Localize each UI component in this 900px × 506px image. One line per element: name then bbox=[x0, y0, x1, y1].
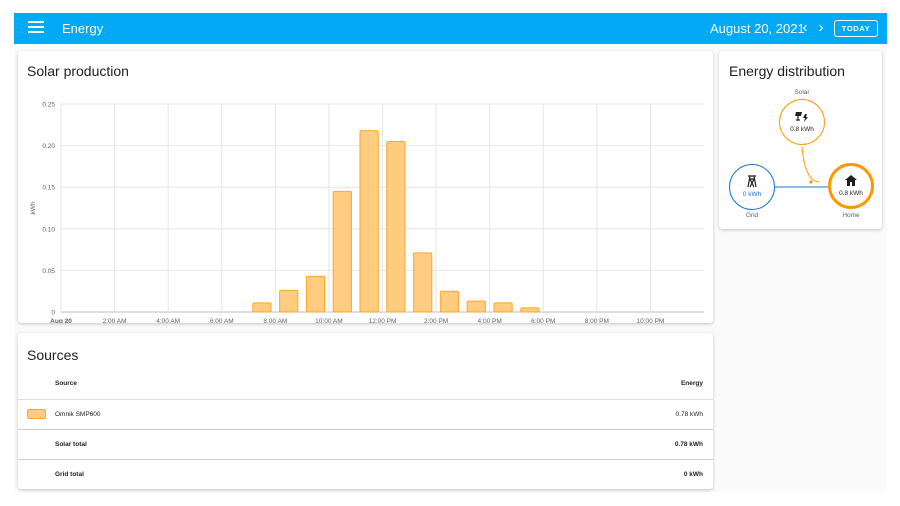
chart-bar bbox=[413, 252, 433, 313]
energy-distribution-card: Energy distribution Solar 0.8 kWh 0 kWh … bbox=[719, 51, 882, 229]
chart-bar bbox=[332, 190, 352, 313]
sources-title: Sources bbox=[27, 347, 79, 363]
home-icon bbox=[845, 175, 857, 186]
today-button[interactable]: TODAY bbox=[834, 20, 878, 37]
x-tick-label: 12:00 PM bbox=[369, 318, 397, 323]
y-axis-label: kWh bbox=[30, 201, 37, 214]
chart-bar bbox=[252, 302, 272, 313]
solar-total-label: Solar total bbox=[55, 441, 87, 448]
source-color-swatch bbox=[27, 409, 46, 419]
chart-bar bbox=[359, 130, 379, 313]
grid-total-row: Grid total 0 kWh bbox=[18, 459, 713, 489]
solar-production-card: Solar production 0.25 0.20 0.15 0.10 0.05 0 Au… bbox=[18, 51, 713, 323]
chevron-right-icon[interactable]: › bbox=[814, 19, 828, 37]
top-app-bar: Energy August 20, 2021 ‹ › TODAY bbox=[14, 13, 887, 44]
grid-total-label: Grid total bbox=[55, 471, 84, 478]
x-tick-label: 4:00 PM bbox=[478, 318, 502, 323]
home-node[interactable]: 0.8 kWh bbox=[828, 163, 874, 209]
chart-bar bbox=[439, 290, 460, 313]
grid-node-label: Grid bbox=[745, 212, 759, 219]
chart-bar bbox=[493, 302, 513, 313]
y-tick-label: 0.20 bbox=[42, 143, 55, 150]
x-tick-label: 2:00 AM bbox=[103, 318, 127, 323]
grid-node-value: 0 kWh bbox=[742, 191, 762, 198]
sources-card: Sources Source Energy Omnik SMP600 0.78 … bbox=[18, 333, 713, 489]
home-node-label: Home bbox=[842, 212, 860, 219]
x-tick-label: 8:00 AM bbox=[263, 318, 287, 323]
solar-node-value: 0.8 kWh bbox=[790, 126, 814, 133]
y-tick-label: 0.15 bbox=[42, 185, 55, 192]
grid-total-value: 0 kWh bbox=[683, 471, 703, 478]
source-column-header: Source bbox=[55, 380, 78, 387]
solar-total-value: 0.78 kWh bbox=[674, 441, 703, 448]
grid-node[interactable]: 0 kWh bbox=[729, 164, 775, 210]
current-date: August 20, 2021 bbox=[710, 21, 805, 36]
y-tick-label: 0 bbox=[51, 310, 55, 317]
source-energy: 0.78 kWh bbox=[675, 411, 703, 418]
transmission-tower-icon bbox=[747, 175, 757, 188]
x-tick-label: 2:00 PM bbox=[424, 318, 448, 323]
chart-bar bbox=[466, 300, 486, 313]
energy-column-header: Energy bbox=[680, 380, 703, 387]
chart-bar bbox=[520, 307, 540, 313]
energy-dashboard: Energy August 20, 2021 ‹ › TODAY Solar p… bbox=[14, 13, 887, 492]
solar-production-chart: 0.25 0.20 0.15 0.10 0.05 0Aug 20 2:00 AM 4:00 A… bbox=[30, 102, 704, 323]
solar-node[interactable]: 0.8 kWh bbox=[779, 99, 825, 145]
x-tick-label: 4:00 AM bbox=[156, 318, 180, 323]
y-tick-label: 0.05 bbox=[42, 268, 55, 275]
x-tick-label: 10:00 PM bbox=[637, 318, 665, 323]
chevron-left-icon[interactable]: ‹ bbox=[798, 19, 812, 37]
x-tick-label: 10:00 AM bbox=[315, 318, 342, 323]
chart-bar bbox=[386, 140, 406, 313]
x-tick-label: 8:00 PM bbox=[585, 318, 609, 323]
home-node-value: 0.8 kWh bbox=[839, 190, 863, 197]
y-tick-label: 0.10 bbox=[42, 226, 55, 233]
source-name: Omnik SMP600 bbox=[55, 411, 101, 418]
table-row: Omnik SMP600 0.78 kWh bbox=[18, 399, 713, 429]
x-tick-label: Aug 20 bbox=[50, 318, 72, 323]
solar-power-icon bbox=[795, 112, 808, 122]
page-title: Energy bbox=[62, 21, 104, 36]
chart-bar bbox=[279, 289, 299, 313]
y-tick-label: 0.25 bbox=[42, 102, 55, 109]
x-tick-label: 6:00 AM bbox=[210, 318, 234, 323]
chart-bar bbox=[305, 275, 326, 313]
hamburger-menu-icon[interactable] bbox=[28, 21, 44, 35]
x-tick-label: 6:00 PM bbox=[531, 318, 555, 323]
solar-total-row: Solar total 0.78 kWh bbox=[18, 429, 713, 459]
solar-node-label: Solar bbox=[794, 89, 810, 96]
